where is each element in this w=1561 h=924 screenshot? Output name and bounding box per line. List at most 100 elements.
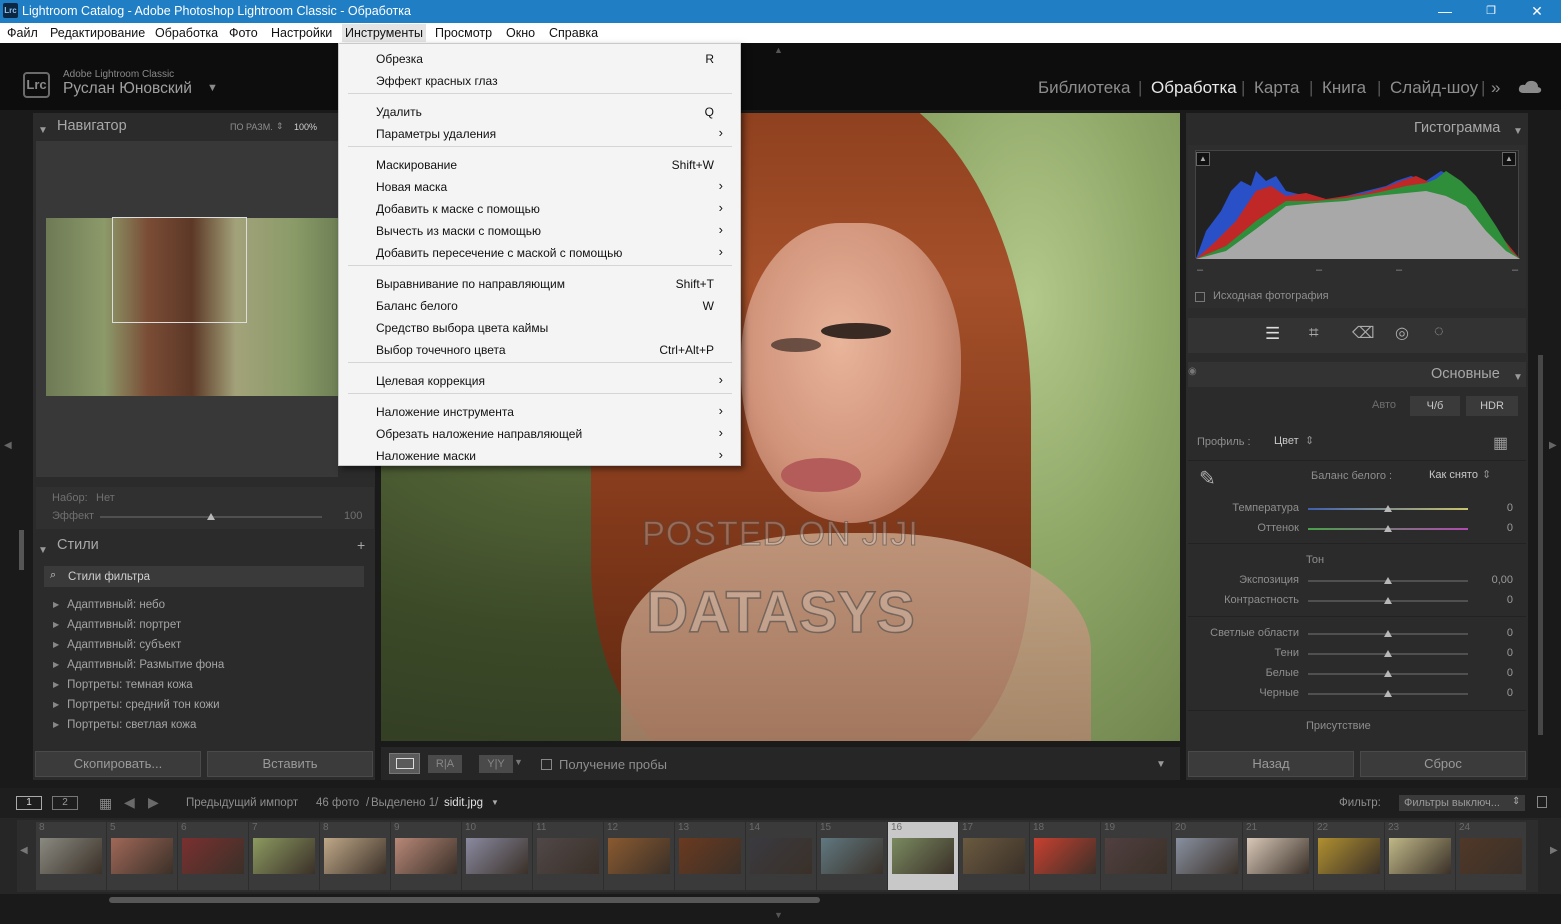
navigator-zoom-frame[interactable] <box>112 217 247 323</box>
filmstrip-thumbnail[interactable]: 21 <box>1243 822 1313 890</box>
filmstrip-thumbnail[interactable]: 20 <box>1172 822 1242 890</box>
module-more[interactable]: » <box>1491 78 1500 98</box>
cloud-icon[interactable] <box>1518 80 1542 93</box>
menu-item[interactable]: Наложение инструмента › <box>339 400 740 422</box>
hdr-button[interactable]: HDR <box>1466 396 1518 416</box>
masking-icon[interactable]: ◌ <box>1434 323 1444 341</box>
shadow-clipping-icon[interactable]: ▲ <box>1196 152 1210 166</box>
menu-help[interactable]: Справка <box>549 26 598 40</box>
crop-icon[interactable]: ⌗ <box>1309 323 1319 343</box>
left-panel-toggle-icon[interactable]: ◀ <box>4 440 12 451</box>
slider-value[interactable]: 0 <box>1473 627 1513 639</box>
menu-item[interactable]: Добавить пересечение с маской с помощью › <box>339 241 740 263</box>
module-map[interactable]: Карта <box>1254 78 1300 98</box>
style-item[interactable]: Адаптивный: Размытие фона <box>53 659 224 671</box>
profile-chevron-icon[interactable]: ⇕ <box>1305 434 1314 447</box>
slider-knob[interactable] <box>1384 670 1392 677</box>
filename-dropdown-icon[interactable]: ▼ <box>491 798 499 807</box>
before-after-dropdown-icon[interactable]: ▼ <box>514 757 523 767</box>
menu-view[interactable]: Просмотр <box>435 26 492 40</box>
bw-button[interactable]: Ч/б <box>1410 396 1460 416</box>
slider-value[interactable]: 0 <box>1473 522 1513 534</box>
before-after-split-button[interactable]: Y|Y <box>479 755 513 773</box>
right-panel-toggle-icon[interactable]: ▶ <box>1549 440 1557 451</box>
paste-button[interactable]: Вставить <box>207 751 373 777</box>
auto-button[interactable]: Авто <box>1372 399 1396 411</box>
navigator-collapse-icon[interactable]: ▼ <box>38 120 48 138</box>
eye-toggle-icon[interactable]: ◉ <box>1188 366 1197 377</box>
right-scrollbar[interactable] <box>1538 355 1543 735</box>
module-library[interactable]: Библиотека <box>1038 78 1130 98</box>
before-after-button[interactable]: R|A <box>428 755 462 773</box>
menu-item[interactable]: Обрезка R <box>339 47 740 69</box>
filmstrip-thumbnail[interactable]: 14 <box>746 822 816 890</box>
filmstrip-thumbnail[interactable]: 5 <box>107 822 177 890</box>
menu-settings[interactable]: Настройки <box>271 26 332 40</box>
second-window-button[interactable]: 2 <box>52 796 78 810</box>
effect-slider-knob[interactable] <box>207 513 215 520</box>
filmstrip-thumbnail[interactable]: 22 <box>1314 822 1384 890</box>
filmstrip-thumbnail[interactable]: 13 <box>675 822 745 890</box>
filmstrip-thumbnail[interactable]: 24 <box>1456 822 1526 890</box>
menu-item[interactable]: Баланс белого W <box>339 294 740 316</box>
menu-item[interactable]: Добавить к маске с помощью › <box>339 197 740 219</box>
menu-item[interactable]: Обрезать наложение направляющей › <box>339 422 740 444</box>
filmstrip-thumbnail[interactable]: 8 <box>36 822 106 890</box>
histogram-graph[interactable] <box>1195 150 1520 259</box>
filter-select[interactable]: Фильтры выключ... <box>1399 795 1525 811</box>
menu-item[interactable]: Выбор точечного цвета Ctrl+Alt+P <box>339 338 740 360</box>
back-button[interactable]: Назад <box>1188 751 1354 777</box>
slider-value[interactable]: 0 <box>1473 647 1513 659</box>
menu-develop[interactable]: Обработка <box>155 26 218 40</box>
filmstrip-thumbnail[interactable]: 23 <box>1385 822 1455 890</box>
menu-item[interactable]: Новая маска › <box>339 175 740 197</box>
filmstrip-thumbnail[interactable]: 18 <box>1030 822 1100 890</box>
user-name[interactable]: Руслан Юновский <box>63 80 192 98</box>
filmstrip-thumbnail[interactable]: 6 <box>178 822 248 890</box>
style-item[interactable]: Адаптивный: портрет <box>53 619 181 631</box>
slider-knob[interactable] <box>1384 525 1392 532</box>
profile-browser-icon[interactable]: ▦ <box>1493 433 1508 453</box>
close-button[interactable]: ✕ <box>1514 0 1560 23</box>
selected-filename[interactable]: sidit.jpg <box>444 797 483 809</box>
histogram-collapse-icon[interactable]: ▼ <box>1513 121 1523 139</box>
module-develop[interactable]: Обработка <box>1151 78 1237 98</box>
loupe-view-button[interactable] <box>389 753 420 774</box>
slider-value[interactable]: 0,00 <box>1473 574 1513 586</box>
slider-knob[interactable] <box>1384 597 1392 604</box>
slider-knob[interactable] <box>1384 505 1392 512</box>
menu-item[interactable]: Маскирование Shift+W <box>339 153 740 175</box>
menu-item[interactable]: Выравнивание по направляющим Shift+T <box>339 272 740 294</box>
style-item[interactable]: Портреты: средний тон кожи <box>53 699 219 711</box>
menu-item[interactable]: Целевая коррекция › <box>339 369 740 391</box>
slider-knob[interactable] <box>1384 630 1392 637</box>
menu-item[interactable]: Параметры удаления › <box>339 122 740 144</box>
filmstrip-thumbnail[interactable]: 9 <box>391 822 461 890</box>
minimize-button[interactable]: — <box>1422 0 1468 23</box>
menu-item[interactable]: Эффект красных глаз <box>339 69 740 91</box>
menu-photo[interactable]: Фото <box>229 26 258 40</box>
filmstrip-thumbnail[interactable]: 19 <box>1101 822 1171 890</box>
toolbar-menu-icon[interactable]: ▼ <box>1156 759 1166 770</box>
menu-window[interactable]: Окно <box>506 26 535 40</box>
style-item[interactable]: Адаптивный: небо <box>53 599 165 611</box>
filmstrip-thumbnail[interactable]: 12 <box>604 822 674 890</box>
style-item[interactable]: Портреты: светлая кожа <box>53 719 196 731</box>
slider-knob[interactable] <box>1384 690 1392 697</box>
menu-item[interactable]: Средство выбора цвета каймы <box>339 316 740 338</box>
filmstrip-thumbnail[interactable]: 10 <box>462 822 532 890</box>
slider-value[interactable]: 0 <box>1473 667 1513 679</box>
basic-collapse-icon[interactable]: ▼ <box>1513 367 1523 385</box>
navigator-fit[interactable]: ПО РАЗМ. <box>230 122 273 132</box>
module-book[interactable]: Книга <box>1322 78 1366 98</box>
reset-button[interactable]: Сброс <box>1360 751 1526 777</box>
wb-select[interactable]: Как снято <box>1429 469 1478 481</box>
maximize-button[interactable]: ❐ <box>1468 0 1514 23</box>
grid-icon[interactable]: ▦ <box>99 795 112 812</box>
filmstrip-thumbnail[interactable]: 8 <box>320 822 390 890</box>
filmstrip-thumbnail[interactable]: 17 <box>959 822 1029 890</box>
filmstrip-right-icon[interactable]: ▶ <box>1550 845 1558 856</box>
copy-button[interactable]: Скопировать... <box>35 751 201 777</box>
fit-chevron-icon[interactable]: ⇕ <box>276 121 284 132</box>
edit-sliders-icon[interactable]: ☰ <box>1265 324 1280 344</box>
